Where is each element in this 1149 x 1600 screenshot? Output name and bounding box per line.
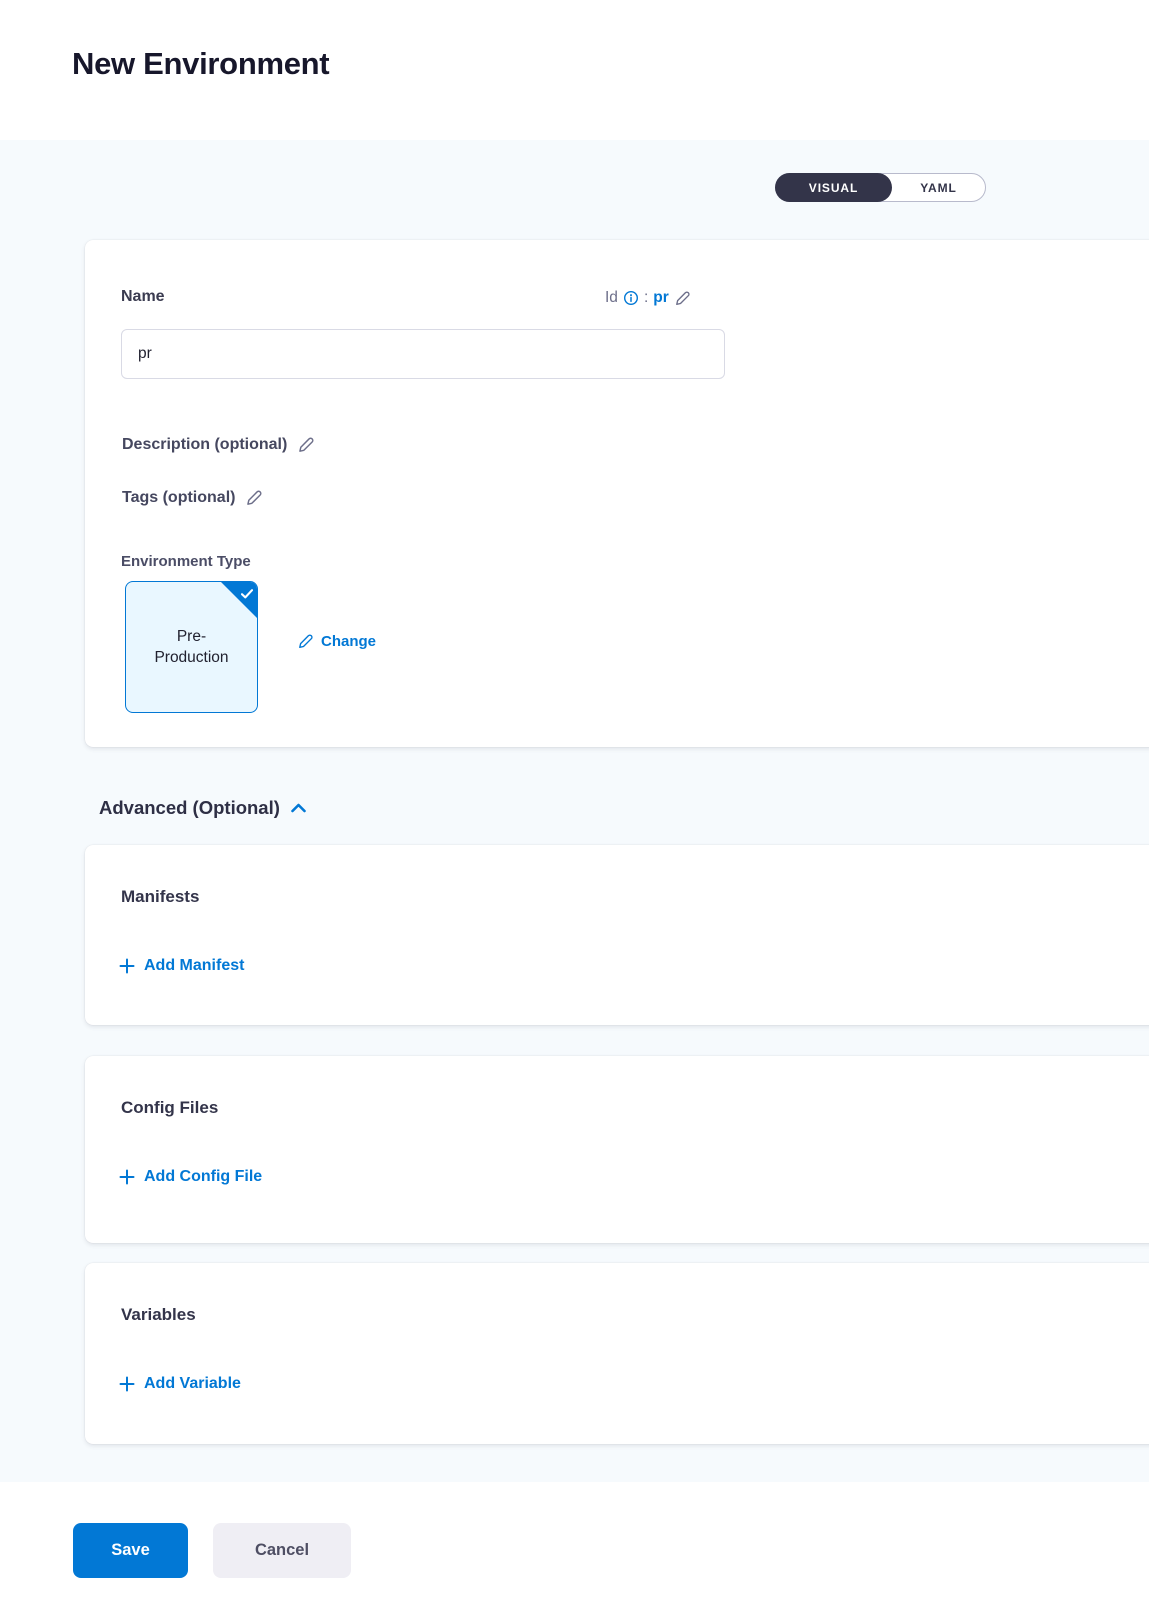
- advanced-label: Advanced (Optional): [99, 797, 280, 819]
- visual-yaml-toggle[interactable]: VISUAL YAML: [775, 173, 986, 202]
- new-environment-page: New Environment VISUAL YAML Name Id : pr: [0, 0, 1149, 1600]
- change-label: Change: [321, 633, 376, 650]
- plus-icon: [119, 958, 135, 974]
- environment-type-tile-pre-production[interactable]: Pre-Production: [125, 581, 258, 713]
- plus-icon: [119, 1169, 135, 1185]
- chevron-up-icon: [291, 803, 306, 813]
- cancel-button[interactable]: Cancel: [213, 1523, 351, 1578]
- variables-title: Variables: [121, 1305, 196, 1325]
- check-icon: [241, 586, 253, 604]
- add-manifest-button[interactable]: Add Manifest: [119, 957, 244, 975]
- advanced-section-toggle[interactable]: Advanced (Optional): [99, 797, 306, 819]
- config-files-card: Config Files Add Config File: [85, 1056, 1149, 1243]
- variables-card: Variables Add Variable: [85, 1263, 1149, 1444]
- tags-label: Tags (optional): [122, 489, 235, 507]
- id-label: Id: [605, 289, 618, 307]
- environment-type-value: Pre-Production: [126, 626, 257, 668]
- entity-id-row: Id : pr: [605, 289, 691, 307]
- config-files-title: Config Files: [121, 1098, 218, 1118]
- environment-type-label: Environment Type: [121, 553, 251, 570]
- add-variable-label: Add Variable: [144, 1375, 241, 1393]
- tab-yaml[interactable]: YAML: [892, 174, 985, 201]
- add-variable-button[interactable]: Add Variable: [119, 1375, 241, 1393]
- plus-icon: [119, 1376, 135, 1392]
- tags-toggle[interactable]: Tags (optional): [122, 489, 263, 507]
- add-manifest-label: Add Manifest: [144, 957, 244, 975]
- edit-id-pencil-icon[interactable]: [674, 290, 691, 307]
- info-icon[interactable]: [623, 290, 639, 306]
- manifests-title: Manifests: [121, 887, 199, 907]
- id-colon: :: [644, 289, 648, 307]
- manifests-card: Manifests Add Manifest: [85, 845, 1149, 1025]
- change-environment-type-link[interactable]: Change: [297, 633, 376, 650]
- description-toggle[interactable]: Description (optional): [122, 436, 315, 454]
- edit-tags-pencil-icon[interactable]: [245, 489, 263, 507]
- environment-details-card: Name Id : pr Description (optional): [85, 240, 1149, 747]
- edit-description-pencil-icon[interactable]: [297, 436, 315, 454]
- add-config-file-button[interactable]: Add Config File: [119, 1168, 262, 1186]
- description-label: Description (optional): [122, 436, 287, 454]
- tab-visual[interactable]: VISUAL: [775, 173, 892, 202]
- name-label: Name: [121, 288, 165, 306]
- id-value: pr: [653, 289, 669, 307]
- page-title: New Environment: [72, 46, 329, 82]
- save-button[interactable]: Save: [73, 1523, 188, 1578]
- add-config-file-label: Add Config File: [144, 1168, 262, 1186]
- name-input[interactable]: [121, 329, 725, 379]
- change-pencil-icon: [297, 633, 314, 650]
